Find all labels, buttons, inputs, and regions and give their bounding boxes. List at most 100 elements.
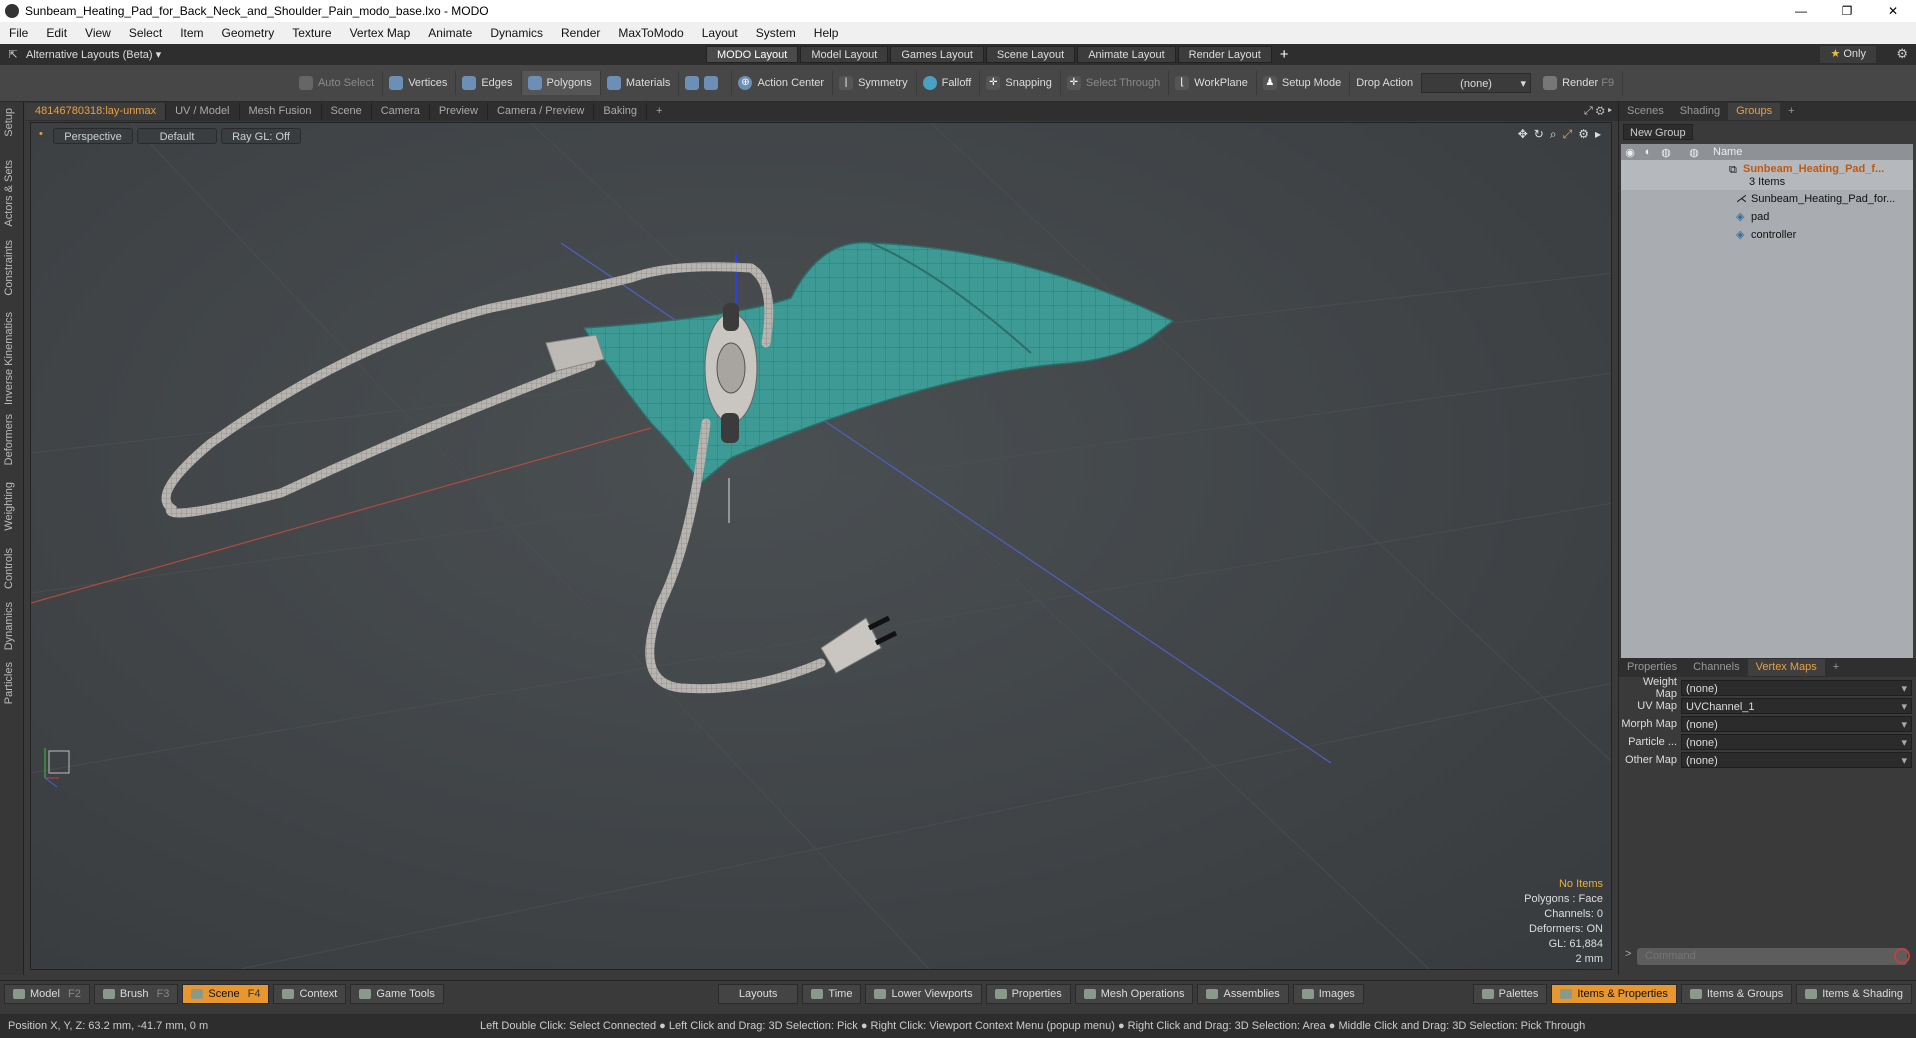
tab-scenes[interactable]: Scenes <box>1619 103 1672 120</box>
raygl-toggle[interactable]: Ray GL: Off <box>221 128 301 144</box>
lower-viewports-button[interactable]: Lower Viewports <box>865 984 982 1004</box>
add-panel-tab[interactable]: + <box>1780 103 1802 120</box>
gear-icon[interactable]: ⚙ <box>1896 46 1908 62</box>
game-tools-button[interactable]: Game Tools <box>350 984 444 1004</box>
maximize-button[interactable]: ❐ <box>1824 0 1870 22</box>
items-properties-button[interactable]: Items & Properties <box>1551 984 1677 1004</box>
select-through-button[interactable]: ✛ Select Through <box>1061 71 1170 95</box>
tab-animate-layout[interactable]: Animate Layout <box>1077 46 1176 63</box>
maximize-icon[interactable]: ⤢ <box>1563 127 1573 142</box>
symmetry-button[interactable]: | Symmetry <box>833 71 917 95</box>
side-tab-constraints[interactable]: Constraints <box>3 240 15 296</box>
assemblies-button[interactable]: Assemblies <box>1197 984 1289 1004</box>
side-tab-ik[interactable]: Inverse Kinematics <box>3 312 15 405</box>
3d-viewport[interactable]: • Perspective Default Ray GL: Off ✥ ↻ ⌕ … <box>30 122 1612 970</box>
side-tab-dynamics[interactable]: Dynamics <box>3 602 15 650</box>
tree-item[interactable]: ⋌ Sunbeam_Heating_Pad_for... <box>1621 190 1913 208</box>
tab-games-layout[interactable]: Games Layout <box>890 46 984 63</box>
tab-model-layout[interactable]: Model Layout <box>800 46 889 63</box>
add-layout-button[interactable]: + <box>1280 46 1289 63</box>
tab-baking[interactable]: Baking <box>594 103 648 120</box>
side-tab-controls[interactable]: Controls <box>3 548 15 589</box>
menu-maxtomodo[interactable]: MaxToModo <box>609 26 692 40</box>
menu-item[interactable]: Item <box>171 26 212 40</box>
menu-dynamics[interactable]: Dynamics <box>481 26 552 40</box>
vm-select[interactable]: (none) <box>1681 734 1912 751</box>
side-tab-particles[interactable]: Particles <box>3 662 15 704</box>
add-tab-button[interactable]: + <box>647 103 671 120</box>
layouts-button[interactable]: Layouts <box>717 984 799 1004</box>
time-button[interactable]: Time <box>802 984 862 1004</box>
brush-button[interactable]: Brush F3 <box>93 984 179 1004</box>
menu-texture[interactable]: Texture <box>283 26 340 40</box>
minimize-button[interactable]: — <box>1778 0 1824 22</box>
properties-button[interactable]: Properties <box>985 984 1071 1004</box>
side-tab-setup[interactable]: Setup <box>3 108 15 137</box>
new-group-button[interactable]: New Group <box>1623 124 1693 140</box>
add-props-tab[interactable]: + <box>1825 659 1847 676</box>
auto-select-button[interactable]: Auto Select <box>293 71 384 95</box>
menu-vertex-map[interactable]: Vertex Map <box>341 26 420 40</box>
menu-system[interactable]: System <box>747 26 805 40</box>
vm-select[interactable]: (none) <box>1681 716 1912 733</box>
only-button[interactable]: ★ Only <box>1820 46 1876 63</box>
tab-scene-layout[interactable]: Scene Layout <box>985 46 1076 63</box>
mesh-operations-button[interactable]: Mesh Operations <box>1074 984 1194 1004</box>
group-row[interactable]: ⧉ Sunbeam_Heating_Pad_f... 3 Items <box>1621 160 1913 190</box>
scene-button[interactable]: Scene F4 <box>182 984 270 1004</box>
tab-lay-unmax[interactable]: 48146780318:lay-unmax <box>26 103 167 120</box>
chevron-right-icon[interactable]: ▸ <box>1595 127 1601 142</box>
vertices-button[interactable]: Vertices <box>383 71 457 95</box>
menu-select[interactable]: Select <box>120 26 171 40</box>
menu-view[interactable]: View <box>76 26 120 40</box>
images-button[interactable]: Images <box>1292 984 1364 1004</box>
workplane-button[interactable]: ⌊ WorkPlane <box>1169 71 1257 95</box>
tab-uv-model[interactable]: UV / Model <box>166 103 240 120</box>
tab-preview[interactable]: Preview <box>430 103 488 120</box>
vm-select[interactable]: (none) <box>1681 752 1912 769</box>
tab-modo-layout[interactable]: MODO Layout <box>706 46 799 63</box>
tab-camera-preview[interactable]: Camera / Preview <box>488 103 595 120</box>
component-mode-button[interactable] <box>679 71 733 95</box>
context-button[interactable]: Context <box>273 984 347 1004</box>
layout-switcher[interactable]: Alternative Layouts (Beta) ▾ <box>26 48 706 61</box>
side-tab-actors[interactable]: Actors & Sets <box>3 160 15 227</box>
viewport-settings-icons[interactable]: ⤢ ⚙ ▸ <box>1584 105 1612 118</box>
vm-select[interactable]: UVChannel_1 <box>1681 698 1912 715</box>
tab-shading[interactable]: Shading <box>1672 103 1728 120</box>
side-tab-deformers[interactable]: Deformers <box>3 414 15 465</box>
viewport-scene[interactable] <box>31 123 1612 970</box>
tab-properties[interactable]: Properties <box>1619 659 1685 676</box>
items-shading-button[interactable]: Items & Shading <box>1796 984 1912 1004</box>
falloff-button[interactable]: Falloff <box>917 71 981 95</box>
viewport-dot-icon[interactable]: • <box>39 128 49 144</box>
tab-render-layout[interactable]: Render Layout <box>1177 46 1272 63</box>
rotate-icon[interactable]: ↻ <box>1534 127 1544 142</box>
snapping-button[interactable]: ✛ Snapping <box>980 71 1061 95</box>
menu-render[interactable]: Render <box>552 26 609 40</box>
tab-groups[interactable]: Groups <box>1728 103 1781 120</box>
tab-mesh-fusion[interactable]: Mesh Fusion <box>240 103 322 120</box>
tree-item[interactable]: ◈ pad <box>1621 208 1913 226</box>
polygons-button[interactable]: Polygons <box>521 71 601 95</box>
side-tab-weighting[interactable]: Weighting <box>3 482 15 531</box>
zoom-icon[interactable]: ⌕ <box>1550 127 1557 142</box>
tab-vertex-maps[interactable]: Vertex Maps <box>1747 659 1825 676</box>
render-button[interactable]: Render F9 <box>1537 71 1624 95</box>
vm-select[interactable]: (none) <box>1681 680 1912 697</box>
collapse-icon[interactable]: ⇱ <box>0 48 26 61</box>
palettes-button[interactable]: Palettes <box>1472 984 1548 1004</box>
close-button[interactable]: ✕ <box>1870 0 1916 22</box>
command-input[interactable] <box>1637 948 1907 965</box>
tree-item[interactable]: ◈ controller <box>1621 226 1913 244</box>
menu-animate[interactable]: Animate <box>419 26 481 40</box>
tab-channels[interactable]: Channels <box>1685 659 1747 676</box>
menu-edit[interactable]: Edit <box>37 26 76 40</box>
drop-action-select[interactable]: (none) ▾ <box>1421 73 1532 93</box>
tab-scene[interactable]: Scene <box>322 103 372 120</box>
model-button[interactable]: Model F2 <box>4 984 90 1004</box>
menu-help[interactable]: Help <box>805 26 848 40</box>
shading-dropdown[interactable]: Default <box>137 128 217 144</box>
pan-icon[interactable]: ✥ <box>1518 127 1528 142</box>
edges-button[interactable]: Edges <box>456 71 522 95</box>
